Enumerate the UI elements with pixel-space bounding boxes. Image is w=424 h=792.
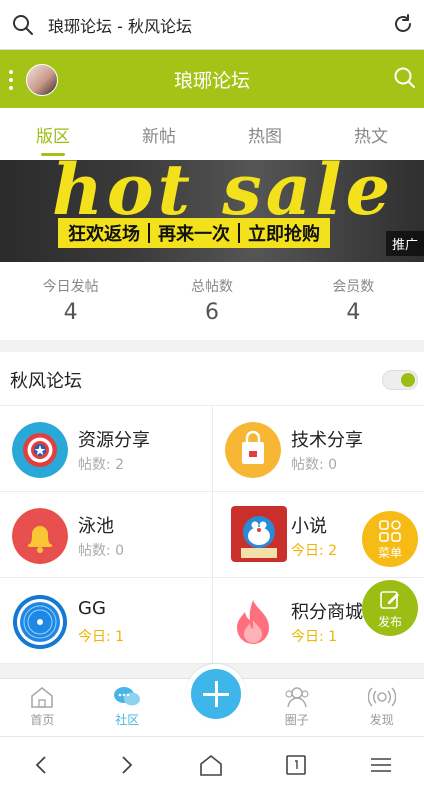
board-item[interactable]: 泳池 帖数: 0 [0,492,212,578]
stat-label: 总帖数 [190,279,233,295]
board-title: 积分商城 [291,602,363,623]
promo-banner[interactable]: hot sale 狂欢返场 再来一次 立即抢购 推广 [0,160,424,262]
tab-bar: 版区 新帖 热图 热文 [0,108,424,160]
tab-new-posts[interactable]: 新帖 [106,108,212,160]
nav-label: 首页 [30,713,55,727]
forum-toggle[interactable] [382,370,418,390]
ad-tag: 推广 [385,231,424,256]
back-icon[interactable] [30,753,54,777]
search-icon[interactable] [394,67,416,89]
nav-circle[interactable]: 圈子 [254,679,339,736]
nav-label: 圈子 [284,713,309,727]
tab-boards[interactable]: 版区 [0,108,106,160]
board-count: 今日: 1 [291,629,338,645]
browser-address-bar: 琅琊论坛 - 秋风论坛 [0,0,424,50]
captain-shield-icon [12,422,68,478]
board-title: 小说 [291,516,327,537]
flame-icon [237,600,269,644]
post-fab[interactable]: 发布 [362,580,418,636]
stat-value: 6 [204,300,219,325]
app-title: 琅琊论坛 [173,70,250,92]
page: 琅琊论坛 - 秋风论坛 琅琊论坛 版区 新帖 热图 热文 hot sale 狂欢… [0,0,424,792]
board-title: GG [78,598,106,619]
nav-label: 发现 [369,713,394,727]
promo-text: 立即抢购 [248,224,320,245]
board-title: 资源分享 [78,430,150,451]
tab-label: 版区 [36,127,70,147]
board-count: 帖数: 0 [291,457,338,473]
board-item[interactable]: 技术分享 帖数: 0 [212,406,424,492]
stat-total-posts: 总帖数 6 [141,262,282,340]
nav-label: 社区 [115,713,140,727]
active-tab-indicator [41,153,65,156]
board-item[interactable]: 资源分享 帖数: 2 [0,406,212,492]
shopping-bag-icon [225,422,281,478]
board-grid: 资源分享 帖数: 2 技术分享 帖数: 0 泳池 帖数: 0 小说 今日: 2 … [0,406,424,664]
search-icon[interactable] [12,14,34,36]
compose-plus-button[interactable] [186,664,246,724]
broadcast-icon [367,687,396,707]
fab-label: 发布 [377,615,402,629]
board-count: 帖数: 2 [78,457,125,473]
forward-icon[interactable] [114,753,138,777]
board-count: 帖数: 0 [78,543,125,559]
reload-icon[interactable] [392,13,414,35]
fab-label: 菜单 [377,546,402,560]
forum-section-header: 秋风论坛 [0,352,424,406]
stat-label: 今日发帖 [42,279,99,295]
edit-icon [380,591,399,609]
nav-discover[interactable]: 发现 [339,679,424,736]
board-item[interactable]: GG 今日: 1 [0,578,212,664]
hamburger-menu-icon[interactable] [368,753,394,777]
tab-label: 热文 [354,127,388,147]
board-title: 技术分享 [291,430,363,451]
tab-label: 新帖 [142,127,176,147]
browser-page-title[interactable]: 琅琊论坛 - 秋风论坛 [48,13,192,37]
promo-text: 狂欢返场 [68,224,140,245]
menu-fab[interactable]: 菜单 [362,511,418,567]
board-count: 今日: 1 [78,629,125,645]
bell-icon [12,508,68,564]
people-icon [285,687,309,708]
doraemon-icon [231,506,287,562]
tab-label: 热图 [248,127,282,147]
stat-label: 会员数 [332,279,375,295]
ring-icon [13,595,67,649]
home-icon [31,686,54,708]
tabs-icon[interactable] [284,753,308,777]
system-nav-bar [0,736,424,792]
stat-today-posts: 今日发帖 4 [0,262,141,340]
home-icon[interactable] [198,753,224,777]
stat-value: 4 [63,300,78,325]
banner-promo-strip: 狂欢返场 再来一次 立即抢购 [58,218,330,248]
nav-community[interactable]: 社区 [85,679,170,736]
tab-hot-images[interactable]: 热图 [212,108,318,160]
app-header: 琅琊论坛 [0,50,424,108]
grid-icon [379,520,401,542]
promo-text: 再来一次 [158,224,230,245]
board-count: 今日: 2 [291,543,338,559]
nav-home[interactable]: 首页 [0,679,85,736]
stat-members: 会员数 4 [283,262,424,340]
stat-value: 4 [346,300,361,325]
board-title: 泳池 [78,516,114,537]
forum-name: 秋风论坛 [10,371,82,392]
chat-bubbles-icon [114,687,141,706]
tab-hot-articles[interactable]: 热文 [318,108,424,160]
forum-stats: 今日发帖 4 总帖数 6 会员数 4 [0,262,424,340]
